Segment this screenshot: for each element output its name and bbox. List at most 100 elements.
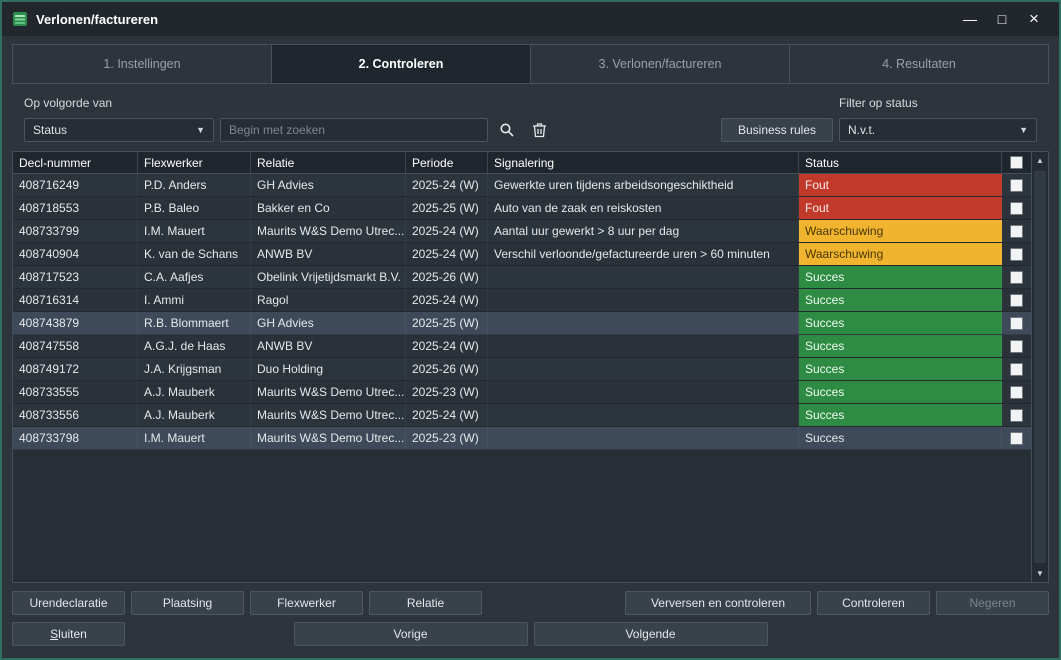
sort-label: Op volgorde van <box>24 96 112 111</box>
flexwerker-button[interactable]: Flexwerker <box>250 591 363 615</box>
minimize-button[interactable]: — <box>955 6 985 32</box>
column-header-signalering[interactable]: Signalering <box>488 152 799 173</box>
row-checkbox[interactable] <box>1010 225 1023 238</box>
row-checkbox[interactable] <box>1010 202 1023 215</box>
scroll-up-icon[interactable]: ▲ <box>1032 152 1048 169</box>
plaatsing-button[interactable]: Plaatsing <box>131 591 244 615</box>
row-checkbox-cell <box>1002 289 1031 311</box>
tab-1-instellingen[interactable]: 1. Instellingen <box>13 45 272 83</box>
cell-status status-badge: Succes <box>799 427 1002 449</box>
column-header-decl-nummer[interactable]: Decl-nummer <box>13 152 138 173</box>
row-checkbox-cell <box>1002 335 1031 357</box>
column-header-periode[interactable]: Periode <box>406 152 488 173</box>
cell-signalering: Gewerkte uren tijdens arbeidsongeschikth… <box>488 174 799 196</box>
scroll-down-icon[interactable]: ▼ <box>1032 565 1048 582</box>
cell-relatie: GH Advies <box>251 174 406 196</box>
select-all-cell <box>1002 152 1031 173</box>
search-input[interactable] <box>220 118 488 142</box>
negeren-button: Negeren <box>936 591 1049 615</box>
business-rules-button[interactable]: Business rules <box>721 118 833 142</box>
row-checkbox[interactable] <box>1010 409 1023 422</box>
tab-3-verlonen-factureren[interactable]: 3. Verlonen/factureren <box>531 45 790 83</box>
volgende-button[interactable]: Volgende <box>534 622 768 646</box>
cell-decl: 408718553 <box>13 197 138 219</box>
cell-periode: 2025-24 (W) <box>406 174 488 196</box>
trash-icon[interactable] <box>526 118 552 142</box>
filter-status-dropdown[interactable]: N.v.t. ▼ <box>839 118 1037 142</box>
cell-flexwerker: A.G.J. de Haas <box>138 335 251 357</box>
sort-dropdown[interactable]: Status ▼ <box>24 118 214 142</box>
urendeclaratie-button[interactable]: Urendeclaratie <box>12 591 125 615</box>
cell-status status-badge: Succes <box>799 289 1002 311</box>
footer-row-2: Sluiten VorigeVolgende <box>12 622 1049 646</box>
filter-status-value: N.v.t. <box>848 123 875 137</box>
table-row[interactable]: 408733556A.J. MauberkMaurits W&S Demo Ut… <box>13 404 1031 427</box>
cell-periode: 2025-24 (W) <box>406 243 488 265</box>
cell-periode: 2025-24 (W) <box>406 335 488 357</box>
cell-status status-badge: Fout <box>799 174 1002 196</box>
cell-periode: 2025-26 (W) <box>406 358 488 380</box>
tab-4-resultaten[interactable]: 4. Resultaten <box>790 45 1048 83</box>
cell-signalering <box>488 358 799 380</box>
table-row[interactable]: 408733555A.J. MauberkMaurits W&S Demo Ut… <box>13 381 1031 404</box>
table-row[interactable]: 408749172J.A. KrijgsmanDuo Holding2025-2… <box>13 358 1031 381</box>
table-row[interactable]: 408743879R.B. BlommaertGH Advies2025-25 … <box>13 312 1031 335</box>
row-checkbox[interactable] <box>1010 386 1023 399</box>
column-header-status[interactable]: Status <box>799 152 1002 173</box>
sort-dropdown-value: Status <box>33 123 67 137</box>
row-checkbox[interactable] <box>1010 317 1023 330</box>
row-checkbox[interactable] <box>1010 179 1023 192</box>
search-icon[interactable] <box>494 118 520 142</box>
table-row[interactable]: 408716249P.D. AndersGH Advies2025-24 (W)… <box>13 174 1031 197</box>
cell-decl: 408743879 <box>13 312 138 334</box>
cell-status status-badge: Waarschuwing <box>799 243 1002 265</box>
table-row[interactable]: 408747558A.G.J. de HaasANWB BV2025-24 (W… <box>13 335 1031 358</box>
cell-flexwerker: I.M. Mauert <box>138 220 251 242</box>
table-row[interactable]: 408718553P.B. BaleoBakker en Co2025-25 (… <box>13 197 1031 220</box>
vorige-button[interactable]: Vorige <box>294 622 528 646</box>
cell-signalering <box>488 381 799 403</box>
cell-status status-badge: Succes <box>799 266 1002 288</box>
cell-relatie: Maurits W&S Demo Utrec... <box>251 381 406 403</box>
row-checkbox[interactable] <box>1010 271 1023 284</box>
vertical-scrollbar[interactable]: ▲ ▼ <box>1031 152 1048 582</box>
controleren-button[interactable]: Controleren <box>817 591 930 615</box>
cell-signalering <box>488 312 799 334</box>
row-checkbox[interactable] <box>1010 340 1023 353</box>
column-header-flexwerker[interactable]: Flexwerker <box>138 152 251 173</box>
toolbar-labels: Op volgorde van Filter op status <box>24 96 1037 111</box>
column-header-relatie[interactable]: Relatie <box>251 152 406 173</box>
scrollbar-thumb[interactable] <box>1034 171 1046 563</box>
verversen-en-controleren-button[interactable]: Verversen en controleren <box>625 591 811 615</box>
cell-status status-badge: Succes <box>799 335 1002 357</box>
table-row[interactable]: 408733798I.M. MauertMaurits W&S Demo Utr… <box>13 427 1031 450</box>
filter-status-label: Filter op status <box>839 96 1037 111</box>
cell-decl: 408716249 <box>13 174 138 196</box>
cell-status status-badge: Succes <box>799 404 1002 426</box>
cell-decl: 408747558 <box>13 335 138 357</box>
table-row[interactable]: 408717523C.A. AafjesObelink Vrijetijdsma… <box>13 266 1031 289</box>
table-row[interactable]: 408740904K. van de SchansANWB BV2025-24 … <box>13 243 1031 266</box>
cell-periode: 2025-24 (W) <box>406 289 488 311</box>
tab-2-controleren[interactable]: 2. Controleren <box>272 45 531 83</box>
row-checkbox[interactable] <box>1010 248 1023 261</box>
cell-status status-badge: Waarschuwing <box>799 220 1002 242</box>
maximize-button[interactable]: □ <box>987 6 1017 32</box>
scrollbar-track[interactable] <box>1032 169 1048 565</box>
cell-relatie: ANWB BV <box>251 335 406 357</box>
table-row[interactable]: 408716314I. AmmiRagol2025-24 (W)Succes <box>13 289 1031 312</box>
row-checkbox[interactable] <box>1010 432 1023 445</box>
results-table: Decl-nummerFlexwerkerRelatiePeriodeSigna… <box>12 151 1049 583</box>
cell-relatie: Obelink Vrijetijdsmarkt B.V. <box>251 266 406 288</box>
close-button[interactable]: × <box>1019 6 1049 32</box>
select-all-checkbox[interactable] <box>1010 156 1023 169</box>
row-checkbox-cell <box>1002 427 1031 449</box>
row-checkbox[interactable] <box>1010 294 1023 307</box>
sluiten-button[interactable]: Sluiten <box>12 622 125 646</box>
table-row[interactable]: 408733799I.M. MauertMaurits W&S Demo Utr… <box>13 220 1031 243</box>
row-checkbox[interactable] <box>1010 363 1023 376</box>
cell-flexwerker: I.M. Mauert <box>138 427 251 449</box>
cell-decl: 408733799 <box>13 220 138 242</box>
relatie-button[interactable]: Relatie <box>369 591 482 615</box>
cell-status status-badge: Fout <box>799 197 1002 219</box>
